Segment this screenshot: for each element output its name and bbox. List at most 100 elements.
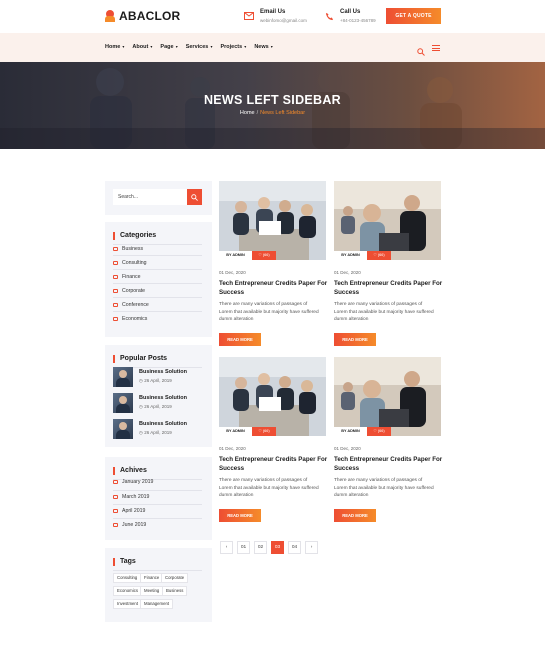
prev-page-button[interactable]: ‹: [220, 541, 233, 554]
archive-link[interactable]: April 2019: [113, 508, 145, 514]
popular-post[interactable]: Business Solution ◷ 26 April, 2019: [113, 367, 187, 387]
category-link[interactable]: Economics: [113, 316, 147, 322]
folder-icon: [113, 289, 118, 293]
tag-link[interactable]: Management: [140, 599, 174, 609]
hamburger-icon[interactable]: [432, 45, 440, 51]
tag-link[interactable]: Consulting: [113, 573, 142, 583]
post-date-text: 26 April, 2019: [144, 404, 172, 409]
breadcrumb-home-link[interactable]: Home: [240, 110, 255, 116]
post-title[interactable]: Business Solution: [139, 369, 187, 375]
widget-title: Tags: [113, 558, 136, 566]
tag-link[interactable]: Corporate: [161, 573, 189, 583]
folder-icon: [113, 275, 118, 279]
divider: [113, 269, 202, 270]
page-link[interactable]: 02: [254, 541, 267, 554]
post-image[interactable]: [334, 181, 441, 260]
post-image[interactable]: [219, 357, 326, 436]
call-value[interactable]: +84-0123-456789: [340, 18, 376, 23]
tag-link[interactable]: Business: [162, 586, 188, 596]
nav-item-label: About: [132, 44, 149, 50]
tag-link[interactable]: Finance: [140, 573, 164, 583]
read-more-button[interactable]: READ MORE: [334, 333, 376, 346]
post-title[interactable]: Business Solution: [139, 395, 187, 401]
post-date: ◷ 26 April, 2019: [139, 378, 187, 384]
tag-link[interactable]: Investment: [113, 599, 143, 609]
page-link-current[interactable]: 03: [271, 541, 284, 554]
post-title[interactable]: Tech Entrepreneur Credits Paper For Succ…: [219, 280, 329, 297]
post-likes[interactable]: ♡ (66): [252, 427, 276, 436]
page-hero: NEWS LEFT SIDEBAR Home / News Left Sidebar: [0, 62, 545, 149]
chevron-down-icon: ▾: [174, 44, 178, 49]
post-image[interactable]: [334, 357, 441, 436]
page-link[interactable]: 01: [237, 541, 250, 554]
categories-widget: Categories Business Consulting Finance C…: [105, 222, 212, 337]
search-button[interactable]: [187, 189, 202, 205]
read-more-button[interactable]: READ MORE: [334, 509, 376, 522]
post-likes[interactable]: ♡ (66): [367, 251, 391, 260]
search-icon: [191, 194, 198, 201]
read-more-button[interactable]: READ MORE: [219, 509, 261, 522]
post-author[interactable]: BY ADMIN: [334, 427, 367, 436]
tags-widget: Tags Consulting Finance Corporate Econom…: [105, 548, 212, 622]
brand-name: ABACLOR: [119, 9, 181, 23]
post-title[interactable]: Tech Entrepreneur Credits Paper For Succ…: [334, 456, 444, 473]
call-label: Call Us: [340, 9, 361, 15]
calendar-icon: [113, 509, 118, 513]
search-input[interactable]: Search...: [113, 189, 187, 205]
read-more-button[interactable]: READ MORE: [219, 333, 261, 346]
category-link[interactable]: Corporate: [113, 288, 145, 294]
post-thumbnail[interactable]: [113, 367, 133, 387]
category-link[interactable]: Business: [113, 246, 143, 252]
post-title[interactable]: Tech Entrepreneur Credits Paper For Succ…: [334, 280, 444, 297]
popular-post[interactable]: Business Solution ◷ 26 April, 2019: [113, 419, 187, 439]
post-meta: BY ADMIN ♡ (66): [334, 427, 441, 436]
post-excerpt: There are many variations of passages of…: [334, 302, 434, 322]
nav-item-home[interactable]: Home ▾: [105, 44, 124, 50]
logo[interactable]: ABACLOR: [105, 9, 180, 23]
post-title[interactable]: Business Solution: [139, 421, 187, 427]
email-label: Email Us: [260, 9, 286, 15]
next-page-button[interactable]: ›: [305, 541, 318, 554]
divider: [113, 255, 202, 256]
archive-label: January 2019: [122, 479, 154, 485]
tag-link[interactable]: Economics: [113, 586, 143, 596]
post-thumbnail[interactable]: [113, 419, 133, 439]
popular-post[interactable]: Business Solution ◷ 26 April, 2019: [113, 393, 187, 413]
nav-item-services[interactable]: Services ▾: [186, 44, 213, 50]
category-link[interactable]: Finance: [113, 274, 140, 280]
post-author[interactable]: BY ADMIN: [219, 251, 252, 260]
breadcrumb-current: News Left Sidebar: [260, 110, 306, 116]
calendar-icon: [113, 480, 118, 484]
post-title[interactable]: Tech Entrepreneur Credits Paper For Succ…: [219, 456, 329, 473]
email-value[interactable]: webinfomo@gmail.com: [260, 18, 307, 23]
nav-item-news[interactable]: News ▾: [254, 44, 273, 50]
category-link[interactable]: Consulting: [113, 260, 147, 266]
phone-icon: [324, 12, 334, 22]
post-author[interactable]: BY ADMIN: [219, 427, 252, 436]
page-link[interactable]: 04: [288, 541, 301, 554]
email-contact: Email Us webinfomo@gmail.com: [244, 9, 307, 23]
post-date: 01 Dec, 2020: [219, 446, 246, 451]
nav-item-about[interactable]: About ▾: [132, 44, 152, 50]
divider: [113, 283, 202, 284]
post-author[interactable]: BY ADMIN: [334, 251, 367, 260]
post-image[interactable]: [219, 181, 326, 260]
nav-item-projects[interactable]: Projects ▾: [220, 44, 246, 50]
popular-posts-widget: Popular Posts Business Solution ◷ 26 Apr…: [105, 345, 212, 447]
breadcrumb-separator: /: [256, 110, 259, 116]
archive-link[interactable]: March 2019: [113, 494, 149, 500]
search-icon[interactable]: [417, 43, 425, 56]
widget-title: Popular Posts: [113, 355, 167, 363]
nav-item-page[interactable]: Page ▾: [160, 44, 177, 50]
post-likes[interactable]: ♡ (66): [367, 427, 391, 436]
archive-link[interactable]: January 2019: [113, 479, 153, 485]
post-likes[interactable]: ♡ (66): [252, 251, 276, 260]
get-quote-button[interactable]: GET A QUOTE: [386, 8, 441, 24]
post-date: ◷ 26 April, 2019: [139, 404, 187, 410]
archive-link[interactable]: June 2019: [113, 522, 146, 528]
category-link[interactable]: Conference: [113, 302, 149, 308]
divider: [113, 311, 202, 312]
post-thumbnail[interactable]: [113, 393, 133, 413]
tag-link[interactable]: Meeting: [140, 586, 164, 596]
category-label: Corporate: [122, 288, 146, 294]
